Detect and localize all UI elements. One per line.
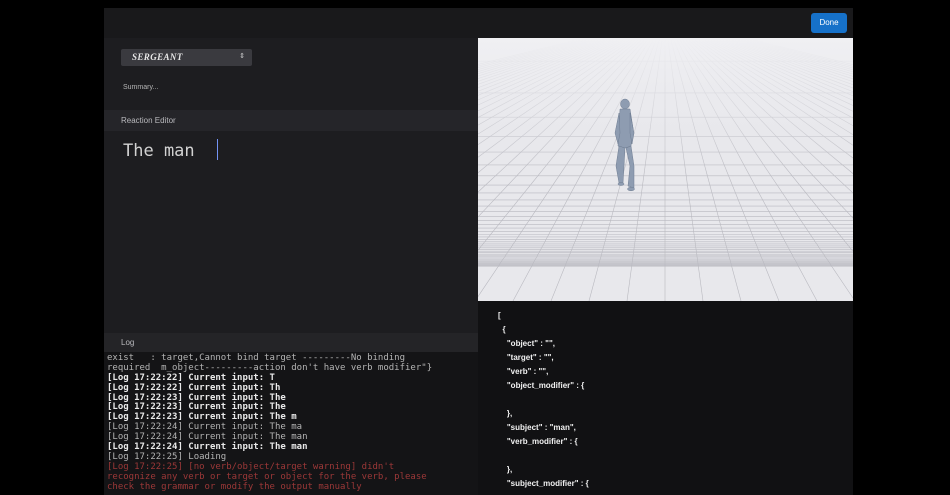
json-line: "verb_modifier" : { xyxy=(498,437,578,446)
log-console[interactable]: target ` cannot bind subject,Human | hum… xyxy=(104,352,478,495)
character-select[interactable]: SERGEANT ⇕ xyxy=(121,49,252,66)
json-line: "target" : "", xyxy=(498,353,554,362)
json-line: }, xyxy=(498,465,513,474)
left-panel: SERGEANT ⇕ Summary... Reaction Editor Th… xyxy=(104,38,478,495)
reaction-editor-header: Reaction Editor xyxy=(104,110,478,131)
reaction-editor-title: Reaction Editor xyxy=(121,116,176,125)
text-caret xyxy=(217,139,218,160)
app-window: Done SERGEANT ⇕ Summary... Reaction Edit… xyxy=(104,8,853,495)
json-line: [ xyxy=(498,311,501,320)
json-line xyxy=(498,393,589,407)
top-toolbar: Done xyxy=(104,8,853,38)
json-output-panel[interactable]: [ { "object" : "", "target" : "", "verb"… xyxy=(478,301,853,495)
json-line: "object_modifier" : { xyxy=(498,381,585,390)
reaction-text-input[interactable]: The man xyxy=(123,141,195,161)
log-lines: target ` cannot bind subject,Human | hum… xyxy=(107,352,432,493)
json-line: "subject_modifier" : { xyxy=(498,479,589,488)
chevron-updown-icon: ⇕ xyxy=(239,53,245,60)
json-line: }, xyxy=(498,409,513,418)
json-line: { xyxy=(498,325,506,334)
viewport-scene xyxy=(478,38,853,301)
summary-link[interactable]: Summary... xyxy=(123,84,158,91)
json-line: "subject" : "man", xyxy=(498,423,576,432)
json-line: "object" : "", xyxy=(498,339,555,348)
json-lines: [ { "object" : "", "target" : "", "verb"… xyxy=(498,309,589,491)
log-title: Log xyxy=(121,338,135,347)
character-select-value: SERGEANT xyxy=(132,52,183,62)
json-line xyxy=(498,449,589,463)
log-header: Log xyxy=(104,333,478,352)
done-button[interactable]: Done xyxy=(811,13,847,33)
3d-viewport[interactable] xyxy=(478,38,853,301)
log-line: check the grammar or modify the output m… xyxy=(107,481,362,492)
json-line: "verb" : "", xyxy=(498,367,549,376)
